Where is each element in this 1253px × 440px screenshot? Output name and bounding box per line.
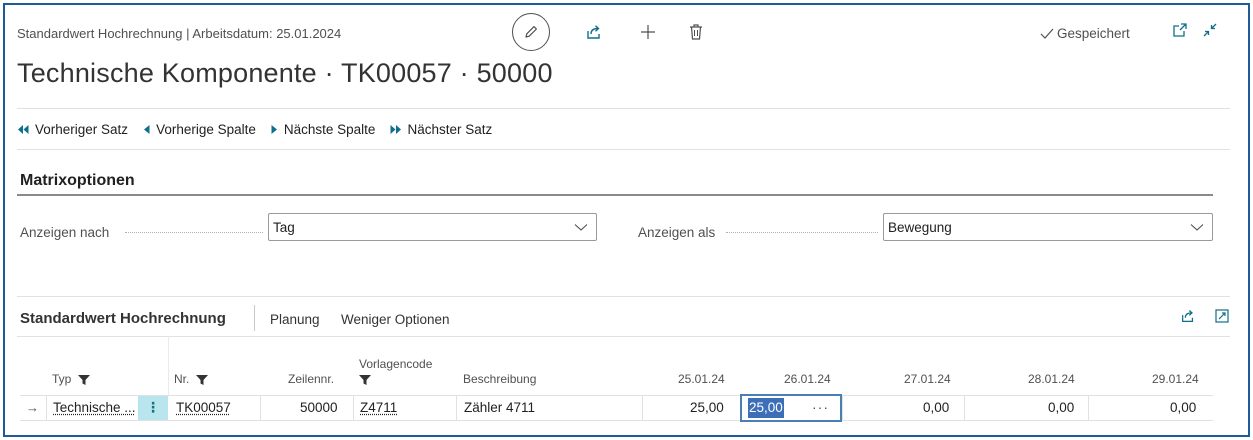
- cell-date-4[interactable]: 0,00: [1048, 396, 1074, 420]
- new-button[interactable]: [637, 21, 659, 43]
- grid-expand-button[interactable]: [1214, 308, 1230, 329]
- column-header-nr[interactable]: Nr.: [174, 372, 208, 386]
- cell-date-5[interactable]: 0,00: [1170, 396, 1196, 420]
- share-button[interactable]: [583, 21, 605, 43]
- filter-icon: [359, 375, 371, 385]
- cell-divider: [642, 396, 643, 420]
- show-by-label: Anzeigen nach: [20, 225, 110, 240]
- show-by-select[interactable]: Tag: [268, 213, 597, 241]
- chevron-down-icon: [1190, 224, 1204, 231]
- page-title: Technische Komponente · TK00057 · 50000: [17, 58, 553, 88]
- cell-vorlagencode[interactable]: Z4711: [360, 396, 397, 420]
- expand-icon: [1215, 309, 1229, 323]
- show-as-select[interactable]: Bewegung: [883, 213, 1213, 241]
- matrix-options-title[interactable]: Matrixoptionen: [20, 172, 135, 190]
- cell-date-2-active[interactable]: 25,00 ···: [740, 394, 842, 422]
- save-status-label: Gespeichert: [1057, 26, 1130, 41]
- collapse-button[interactable]: [1202, 22, 1218, 43]
- column-header-vorlagencode[interactable]: Vorlagencode: [359, 357, 432, 388]
- navigation-divider: [17, 149, 1230, 150]
- column-header-typ[interactable]: Typ: [52, 372, 90, 386]
- checkmark-icon: [1040, 28, 1054, 39]
- show-by-leader-dots: [125, 232, 263, 233]
- matrix-options-rule: [17, 194, 1213, 196]
- cell-divider: [46, 396, 47, 420]
- grid-toolbar-icons: [1180, 308, 1230, 329]
- double-left-triangle-icon: [18, 125, 29, 134]
- double-right-triangle-icon: [390, 125, 402, 134]
- share-icon: [587, 25, 600, 39]
- frozen-column-separator: [168, 336, 169, 395]
- column-header-date-2[interactable]: 26.01.24: [784, 372, 831, 386]
- filter-icon: [77, 374, 90, 385]
- grid-title-separator: [254, 305, 255, 331]
- show-as-label: Anzeigen als: [638, 225, 716, 240]
- cell-divider: [842, 396, 843, 420]
- grid-share-button[interactable]: [1180, 308, 1196, 329]
- show-as-leader-dots: [726, 232, 878, 233]
- collapse-icon: [1203, 23, 1217, 37]
- column-header-vorlagencode-label: Vorlagencode: [359, 357, 433, 371]
- cell-zeilennr[interactable]: 50000: [300, 396, 338, 420]
- chevron-down-icon: [574, 224, 588, 231]
- cell-divider: [964, 396, 965, 420]
- cell-date-2-selected-value[interactable]: 25,00: [748, 398, 784, 418]
- fewer-options-action[interactable]: Weniger Optionen: [341, 312, 450, 327]
- cell-divider: [456, 396, 457, 420]
- cell-divider: [1088, 396, 1089, 420]
- row-menu-button[interactable]: ⋮: [138, 396, 168, 420]
- planung-action[interactable]: Planung: [270, 312, 320, 327]
- prev-record-button[interactable]: Vorheriger Satz: [17, 122, 128, 137]
- column-header-typ-label: Typ: [52, 372, 72, 386]
- header-divider: [17, 108, 1230, 109]
- next-column-label: Nächste Spalte: [283, 122, 376, 137]
- pencil-icon: [525, 26, 537, 38]
- table-row[interactable]: → Technische ... ⋮ TK00057 50000 Z4711 Z…: [20, 394, 1213, 422]
- right-triangle-icon: [271, 125, 277, 134]
- filter-icon: [195, 374, 208, 385]
- edit-button[interactable]: [512, 13, 550, 51]
- column-header-date-1[interactable]: 25.01.24: [678, 372, 725, 386]
- column-header-date-4[interactable]: 28.01.24: [1028, 372, 1075, 386]
- column-header-date-3[interactable]: 27.01.24: [904, 372, 951, 386]
- delete-button[interactable]: [685, 21, 707, 43]
- open-new-window-icon: [1173, 23, 1187, 37]
- cell-typ[interactable]: Technische ...: [53, 396, 136, 420]
- column-header-zeilennr[interactable]: Zeilennr.: [288, 372, 334, 386]
- share-icon: [1182, 310, 1194, 322]
- cell-lookup-ellipsis-button[interactable]: ···: [812, 396, 829, 418]
- cell-beschreibung[interactable]: Zähler 4711: [464, 396, 535, 420]
- column-header-nr-label: Nr.: [174, 372, 190, 386]
- next-record-button[interactable]: Nächster Satz: [389, 122, 492, 137]
- save-status: Gespeichert: [1040, 26, 1130, 41]
- show-as-value: Bewegung: [888, 220, 952, 235]
- show-by-value: Tag: [273, 220, 295, 235]
- column-header-beschreibung[interactable]: Beschreibung: [463, 372, 536, 386]
- plus-icon: [641, 25, 655, 39]
- open-new-window-button[interactable]: [1172, 22, 1188, 43]
- current-row-arrow-icon: →: [26, 400, 39, 415]
- cell-date-1[interactable]: 25,00: [690, 396, 724, 420]
- column-header-date-5[interactable]: 29.01.24: [1152, 372, 1199, 386]
- grid-header-divider: [17, 336, 1230, 337]
- record-navigation: Vorheriger Satz Vorherige Spalte Nächste…: [17, 122, 492, 137]
- matrix-divider: [17, 296, 1230, 297]
- left-triangle-icon: [144, 125, 150, 134]
- cell-date-3[interactable]: 0,00: [923, 396, 949, 420]
- cell-divider: [260, 396, 261, 420]
- cell-nr[interactable]: TK00057: [176, 396, 231, 420]
- next-column-button[interactable]: Nächste Spalte: [270, 122, 376, 137]
- prev-record-label: Vorheriger Satz: [35, 122, 129, 137]
- prev-column-button[interactable]: Vorherige Spalte: [142, 122, 256, 137]
- window-controls: [1172, 22, 1218, 43]
- next-record-label: Nächster Satz: [407, 122, 493, 137]
- header-actions: [512, 12, 707, 52]
- page-caption: Standardwert Hochrechnung | Arbeitsdatum…: [17, 26, 342, 41]
- cell-divider: [353, 396, 354, 420]
- grid-title[interactable]: Standardwert Hochrechnung: [20, 310, 226, 327]
- prev-column-label: Vorherige Spalte: [156, 122, 256, 137]
- trash-icon: [690, 24, 702, 40]
